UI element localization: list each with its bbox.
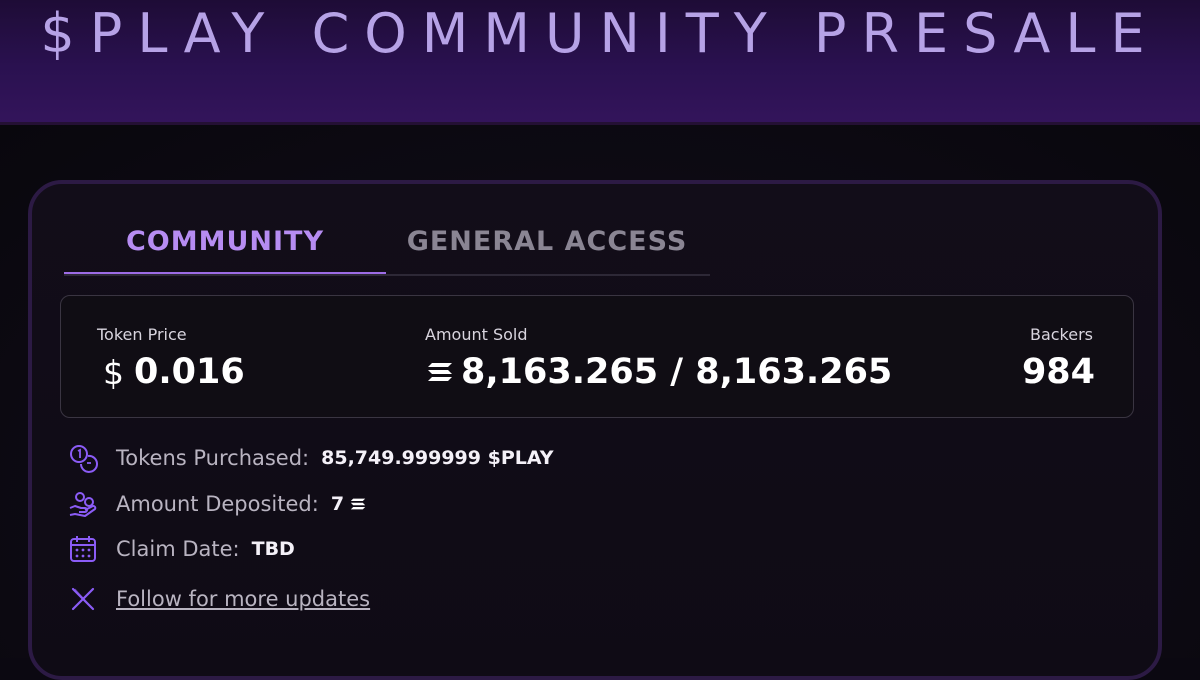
tokens-purchased-label: Tokens Purchased: xyxy=(116,446,310,470)
dollar-symbol: $ xyxy=(103,352,124,392)
amount-sold-number: 8,163.265 / 8,163.265 xyxy=(461,352,893,392)
amount-sold-label: Amount Sold xyxy=(425,325,528,344)
follow-updates-link[interactable]: Follow for more updates xyxy=(116,587,370,611)
calendar-icon xyxy=(70,536,96,562)
claim-date-label: Claim Date: xyxy=(116,537,240,561)
solana-icon xyxy=(350,498,366,510)
solana-icon xyxy=(428,363,452,381)
backers-label: Backers xyxy=(1029,325,1093,344)
page-header: $PLAY COMMUNITY PRESALE xyxy=(0,0,1200,125)
amount-sold-value: 8,163.265 / 8,163.265 xyxy=(427,352,892,392)
tab-community[interactable]: COMMUNITY xyxy=(64,210,386,274)
tokens-purchased-value: 85,749.999999 $PLAY xyxy=(321,447,554,469)
claim-date-row: Claim Date: TBD xyxy=(68,532,295,566)
amount-deposited-row: Amount Deposited: 7 xyxy=(68,487,366,521)
follow-row: Follow for more updates xyxy=(68,582,370,616)
token-price-label: Token Price xyxy=(97,325,187,344)
stats-panel: Token Price $ 0.016 Amount Sold 8,163.26… xyxy=(60,295,1134,418)
token-price-number: 0.016 xyxy=(134,352,245,392)
coins-icon xyxy=(70,445,98,473)
amount-deposited-number: 7 xyxy=(330,493,345,515)
hand-coins-icon xyxy=(69,492,97,517)
token-price-value: $ 0.016 xyxy=(103,352,245,392)
backers-value: 984 xyxy=(1021,352,1095,392)
amount-deposited-label: Amount Deposited: xyxy=(116,492,319,516)
amount-deposited-value: 7 xyxy=(331,493,366,515)
tokens-purchased-row: Tokens Purchased: 85,749.999999 $PLAY xyxy=(68,441,554,475)
claim-date-value: TBD xyxy=(251,538,295,560)
page-title: $PLAY COMMUNITY PRESALE xyxy=(40,2,1160,65)
presale-tabs: COMMUNITY GENERAL ACCESS xyxy=(64,210,710,276)
x-logo-icon[interactable] xyxy=(68,584,98,614)
tab-general-access[interactable]: GENERAL ACCESS xyxy=(386,210,708,272)
